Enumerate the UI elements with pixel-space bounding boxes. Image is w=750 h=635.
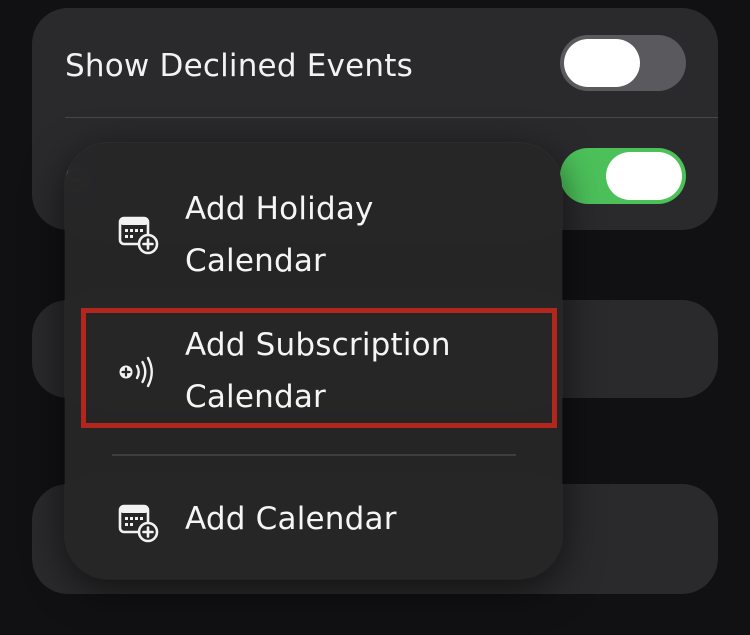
menu-item-add-calendar[interactable]: Add Calendar: [65, 493, 562, 545]
toggle-knob: [606, 152, 682, 200]
calendar-add-icon: [118, 216, 159, 255]
calendar-add-icon: [118, 504, 159, 543]
highlight-annotation-box: [81, 308, 557, 428]
show-declined-events-toggle[interactable]: [560, 35, 686, 91]
menu-item-label: Add Holiday Calendar: [185, 191, 374, 279]
menu-item-label: Add Calendar: [185, 501, 397, 537]
show-declined-events-label: Show Declined Events: [65, 48, 413, 84]
menu-item-add-holiday-calendar[interactable]: Add Holiday Calendar: [65, 183, 562, 287]
calendar-settings-screen: Show Declined Events S Add Hol: [0, 0, 750, 635]
toggle-knob: [564, 39, 640, 87]
second-setting-toggle[interactable]: [560, 148, 686, 204]
menu-divider: [112, 454, 516, 456]
row-separator: [65, 117, 718, 118]
